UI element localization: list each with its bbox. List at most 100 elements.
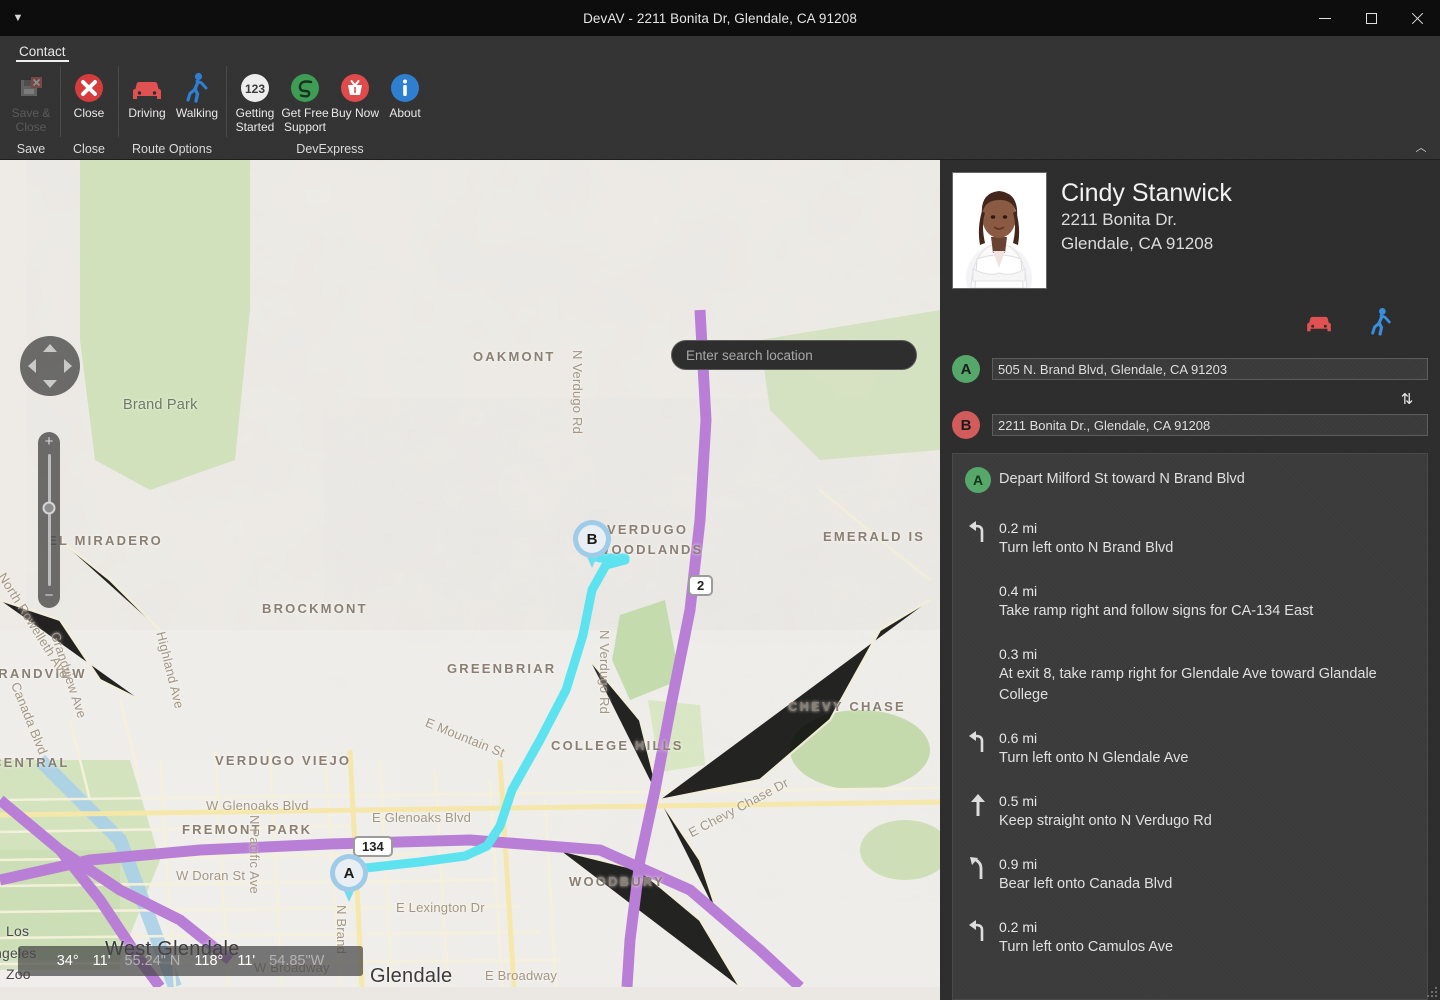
map-label: OAKMONT (473, 349, 556, 364)
street-label: E Broadway (485, 968, 557, 983)
quick-access-toolbar[interactable]: ▼ (0, 0, 36, 36)
contact-address-line2: Glendale, CA 91208 (1061, 232, 1232, 256)
map-label: COLLEGE HILLS (551, 738, 684, 753)
quick-access-toolbar-icon[interactable]: ▼ (13, 13, 24, 24)
origin-row: A 505 N. Brand Blvd, Glendale, CA 91203 (952, 355, 1428, 383)
walking-button[interactable]: Walking (172, 67, 222, 121)
step-distance: 0.9 mi (999, 855, 1415, 874)
chevron-up-icon: ︿ (1416, 139, 1427, 155)
info-circle-icon (389, 71, 421, 105)
pan-up-icon[interactable] (43, 344, 57, 352)
direction-step: A Depart Milford St toward N Brand Blvd (965, 466, 1415, 493)
mode-driving-button[interactable] (1302, 307, 1336, 341)
zoom-slider-thumb[interactable] (43, 502, 56, 515)
mode-walking-button[interactable] (1364, 307, 1398, 341)
getting-started-button[interactable]: 123 Getting Started (230, 67, 280, 134)
contact-info: Cindy Stanwick 2211 Bonita Dr. Glendale,… (1061, 172, 1232, 289)
123-circle-icon: 123 (239, 71, 271, 105)
driving-label: Driving (128, 107, 165, 121)
pan-right-icon[interactable] (64, 359, 72, 373)
save-and-close-button[interactable]: Save & Close (6, 67, 56, 134)
application-window: ▼ DevAV - 2211 Bonita Dr, Glendale, CA 9… (0, 0, 1440, 1000)
step-start-badge: A (965, 467, 991, 493)
get-free-support-button[interactable]: Get Free Support (280, 67, 330, 134)
transport-mode-toggle (952, 289, 1428, 341)
minimize-button[interactable] (1302, 0, 1348, 36)
step-text: At exit 8, take ramp right for Glendale … (999, 664, 1415, 706)
zoom-slider[interactable]: + − (38, 432, 60, 608)
map-search-box[interactable] (671, 340, 917, 370)
details-panel: Cindy Stanwick 2211 Bonita Dr. Glendale,… (940, 160, 1440, 1000)
car-icon (1304, 311, 1334, 338)
map-label: Glendale (370, 965, 452, 988)
ribbon-group-close-label: Close (64, 139, 114, 159)
map-view[interactable]: OAKMONT Brand Park BROCKMONT EL MIRADERO… (0, 160, 940, 1000)
minimize-icon (1319, 18, 1331, 19)
direction-step: 0.6 mi Turn left onto N Glendale Ave (965, 729, 1415, 769)
street-label: N Verdugo Rd (570, 350, 585, 434)
latitude-seconds: 55.24" N (117, 953, 187, 969)
straight-arrow-icon (965, 792, 991, 832)
highway-shield-2: 2 (688, 575, 713, 596)
swap-arrows-icon: ⇅ (1401, 390, 1414, 408)
map-label: CENTRAL (0, 755, 70, 770)
resize-grip[interactable] (1424, 984, 1437, 997)
shopping-basket-icon (339, 71, 371, 105)
close-button[interactable]: Close (64, 67, 114, 121)
map-label: GREENBRIAR (447, 661, 556, 676)
map-marker-b[interactable]: B (573, 520, 611, 568)
pan-down-icon[interactable] (43, 380, 57, 388)
close-button-label: Close (74, 107, 105, 121)
destination-row: B 2211 Bonita Dr., Glendale, CA 91208 (952, 411, 1428, 439)
turn-left-icon (965, 519, 991, 559)
direction-step: 0.9 mi Bear left onto Canada Blvd (965, 855, 1415, 895)
pan-control[interactable] (20, 336, 80, 396)
step-text: Turn left onto N Glendale Ave (999, 748, 1415, 769)
close-window-button[interactable] (1394, 0, 1440, 36)
maximize-button[interactable] (1348, 0, 1394, 36)
step-distance: 0.3 mi (999, 645, 1415, 664)
collapse-ribbon-button[interactable]: ︿ (1412, 139, 1430, 155)
longitude-seconds: 54.85"W (262, 953, 331, 969)
direction-step: 0.3 mi At exit 8, take ramp right for Gl… (965, 645, 1415, 706)
close-icon (1411, 12, 1424, 25)
origin-input[interactable]: 505 N. Brand Blvd, Glendale, CA 91203 (992, 358, 1428, 380)
tab-contact[interactable]: Contact (14, 44, 71, 62)
map-marker-a[interactable]: A (330, 854, 368, 902)
zoom-slider-track[interactable] (48, 454, 51, 586)
ribbon: Contact (0, 36, 1440, 160)
street-label: N Pacific Ave (247, 815, 262, 894)
destination-value: 2211 Bonita Dr., Glendale, CA 91208 (998, 418, 1210, 433)
tab-contact-label: Contact (19, 44, 66, 59)
step-distance: 0.5 mi (999, 792, 1415, 811)
ribbon-group-devexpress-label: DevExpress (230, 139, 430, 159)
save-and-close-icon (16, 71, 46, 105)
ribbon-group-close: Close Close (60, 62, 118, 159)
coordinate-readout: 34° 11' 55.24" N 118° 11' 54.85"W (18, 946, 363, 976)
buy-now-button[interactable]: Buy Now (330, 67, 380, 121)
direction-step: 0.5 mi Keep straight onto N Verdugo Rd (965, 792, 1415, 832)
destination-input[interactable]: 2211 Bonita Dr., Glendale, CA 91208 (992, 414, 1428, 436)
step-icon-placeholder (965, 645, 991, 706)
directions-list[interactable]: A Depart Milford St toward N Brand Blvd … (952, 453, 1428, 1000)
swap-row: ⇅ (952, 383, 1428, 411)
step-distance: 0.4 mi (999, 582, 1415, 601)
bear-left-icon (965, 855, 991, 895)
about-button[interactable]: About (380, 67, 430, 121)
step-text: Depart Milford St toward N Brand Blvd (999, 469, 1415, 490)
pan-left-icon[interactable] (28, 359, 36, 373)
save-and-close-label: Save & Close (6, 107, 56, 134)
swap-endpoints-button[interactable]: ⇅ (1396, 389, 1418, 409)
maximize-icon (1366, 13, 1377, 24)
step-text: Turn left onto N Brand Blvd (999, 538, 1415, 559)
zoom-out-icon[interactable]: − (45, 589, 54, 605)
contact-address-line1: 2211 Bonita Dr. (1061, 208, 1232, 232)
map-marker-b-label: B (578, 525, 606, 553)
search-input[interactable] (686, 348, 902, 363)
latitude-minutes: 11' (86, 953, 118, 969)
step-distance: 0.6 mi (999, 729, 1415, 748)
title-bar: ▼ DevAV - 2211 Bonita Dr, Glendale, CA 9… (0, 0, 1440, 36)
driving-button[interactable]: Driving (122, 67, 172, 121)
map-marker-a-label: A (335, 859, 363, 887)
zoom-in-icon[interactable]: + (45, 435, 54, 451)
